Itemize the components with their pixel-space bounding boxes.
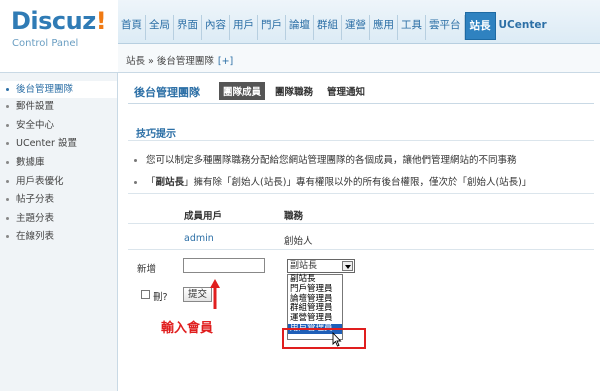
sidebar-item-security-center[interactable]: 安全中心 (0, 117, 117, 134)
breadcrumb-path: 站長 » 後台管理團隊 (126, 56, 214, 67)
tab-groups[interactable]: 群組 (314, 15, 342, 40)
divider (128, 249, 594, 250)
sidebar-item-thread-table-split[interactable]: 主題分表 (0, 210, 117, 227)
chevron-down-icon[interactable] (342, 261, 353, 271)
mouse-cursor-icon (332, 332, 342, 347)
tab-content[interactable]: 內容 (202, 15, 230, 40)
tab-users[interactable]: 用戶 (230, 15, 258, 40)
bullet-icon (6, 235, 9, 238)
tips-title: 技巧提示 (136, 129, 176, 140)
bullet-icon (6, 105, 9, 108)
sidebar-item-admin-team[interactable]: 後台管理團隊 (0, 81, 117, 98)
main-content: 後台管理團隊 團隊成員 團隊職務 管理通知 技巧提示 您可以制定多種團隊職務分配… (118, 73, 600, 391)
logo-subtitle: Control Panel (12, 38, 79, 49)
new-member-input[interactable] (183, 258, 265, 273)
tab-forum[interactable]: 論壇 (286, 15, 314, 40)
page-title: 後台管理團隊 (134, 86, 200, 99)
tab-ucenter[interactable]: UCenter (496, 15, 550, 40)
bullet-icon (6, 161, 9, 164)
tip-item: 「副站長」擁有除「創始人(站長)」專有權限以外的所有後台權限，僅次於「創始人(站… (134, 174, 531, 188)
tab-tools[interactable]: 工具 (398, 15, 426, 40)
bullet-icon (134, 181, 137, 184)
sub-tabs: 團隊成員 團隊職務 管理通知 (219, 82, 369, 100)
tab-global[interactable]: 全局 (146, 15, 174, 40)
highlight-frame (282, 328, 366, 349)
bullet-icon (6, 198, 9, 201)
divider (128, 193, 594, 194)
delete-checkbox[interactable] (141, 290, 150, 299)
bullet-icon (134, 159, 137, 162)
tab-home[interactable]: 首頁 (118, 15, 146, 40)
sidebar-item-user-table-optimize[interactable]: 用戶表優化 (0, 173, 117, 190)
sidebar-item-ucenter-settings[interactable]: UCenter 設置 (0, 135, 117, 152)
new-member-label: 新增 (137, 264, 157, 275)
delete-label: 刪? (153, 292, 168, 303)
tab-cloud[interactable]: 雲平台 (426, 15, 465, 40)
member-link[interactable]: admin (184, 233, 214, 244)
bullet-icon (6, 142, 9, 145)
sidebar-item-post-table-split[interactable]: 帖子分表 (0, 191, 117, 208)
tab-apps[interactable]: 應用 (370, 15, 398, 40)
divider (128, 140, 594, 141)
bullet-icon (6, 180, 9, 183)
column-header-member: 成員用戶 (184, 211, 223, 222)
sidebar: 後台管理團隊 郵件設置 安全中心 UCenter 設置 數據庫 用戶表優化 帖子… (0, 73, 118, 391)
annotation-label: 輸入會員 (161, 321, 214, 336)
tab-interface[interactable]: 界面 (174, 15, 202, 40)
sidebar-item-database[interactable]: 數據庫 (0, 154, 117, 171)
role-select-value: 副站長 (290, 261, 318, 271)
role-cell: 創始人 (284, 236, 313, 247)
sidebar-item-online-list[interactable]: 在線列表 (0, 228, 117, 245)
bullet-icon (6, 88, 9, 91)
breadcrumb-bar: 站長 » 後台管理團隊 [+] (118, 44, 600, 73)
bullet-icon (6, 124, 9, 127)
tip-item: 您可以制定多種團隊職務分配給您網站管理團隊的各個成員，讓他們管理網站的不同事務 (134, 152, 517, 166)
role-select[interactable]: 副站長 (287, 259, 355, 273)
divider (128, 223, 594, 224)
top-tabs: 首頁 全局 界面 內容 用戶 門戶 論壇 群組 運營 應用 工具 雲平台 站長 … (118, 12, 550, 40)
arrow-up-icon (210, 279, 220, 309)
tab-operations[interactable]: 運營 (342, 15, 370, 40)
column-header-role: 職務 (284, 211, 304, 222)
add-shortcut-link[interactable]: [+] (218, 56, 233, 67)
submit-button[interactable]: 提交 (183, 287, 212, 302)
subtab-team-roles[interactable]: 團隊職務 (271, 82, 317, 100)
logo-area: Discuz! Control Panel (0, 0, 118, 73)
top-navigation: 首頁 全局 界面 內容 用戶 門戶 論壇 群組 運營 應用 工具 雲平台 站長 … (118, 0, 600, 44)
bullet-icon (6, 217, 9, 220)
subtab-admin-notices[interactable]: 管理通知 (323, 82, 369, 100)
logo: Discuz! (11, 7, 107, 35)
breadcrumb: 站長 » 後台管理團隊 [+] (126, 53, 233, 67)
sidebar-item-mail-settings[interactable]: 郵件設置 (0, 98, 117, 115)
tab-portal[interactable]: 門戶 (258, 15, 286, 40)
subtab-team-members[interactable]: 團隊成員 (219, 82, 266, 100)
tab-webmaster[interactable]: 站長 (464, 12, 496, 40)
divider (128, 103, 594, 104)
